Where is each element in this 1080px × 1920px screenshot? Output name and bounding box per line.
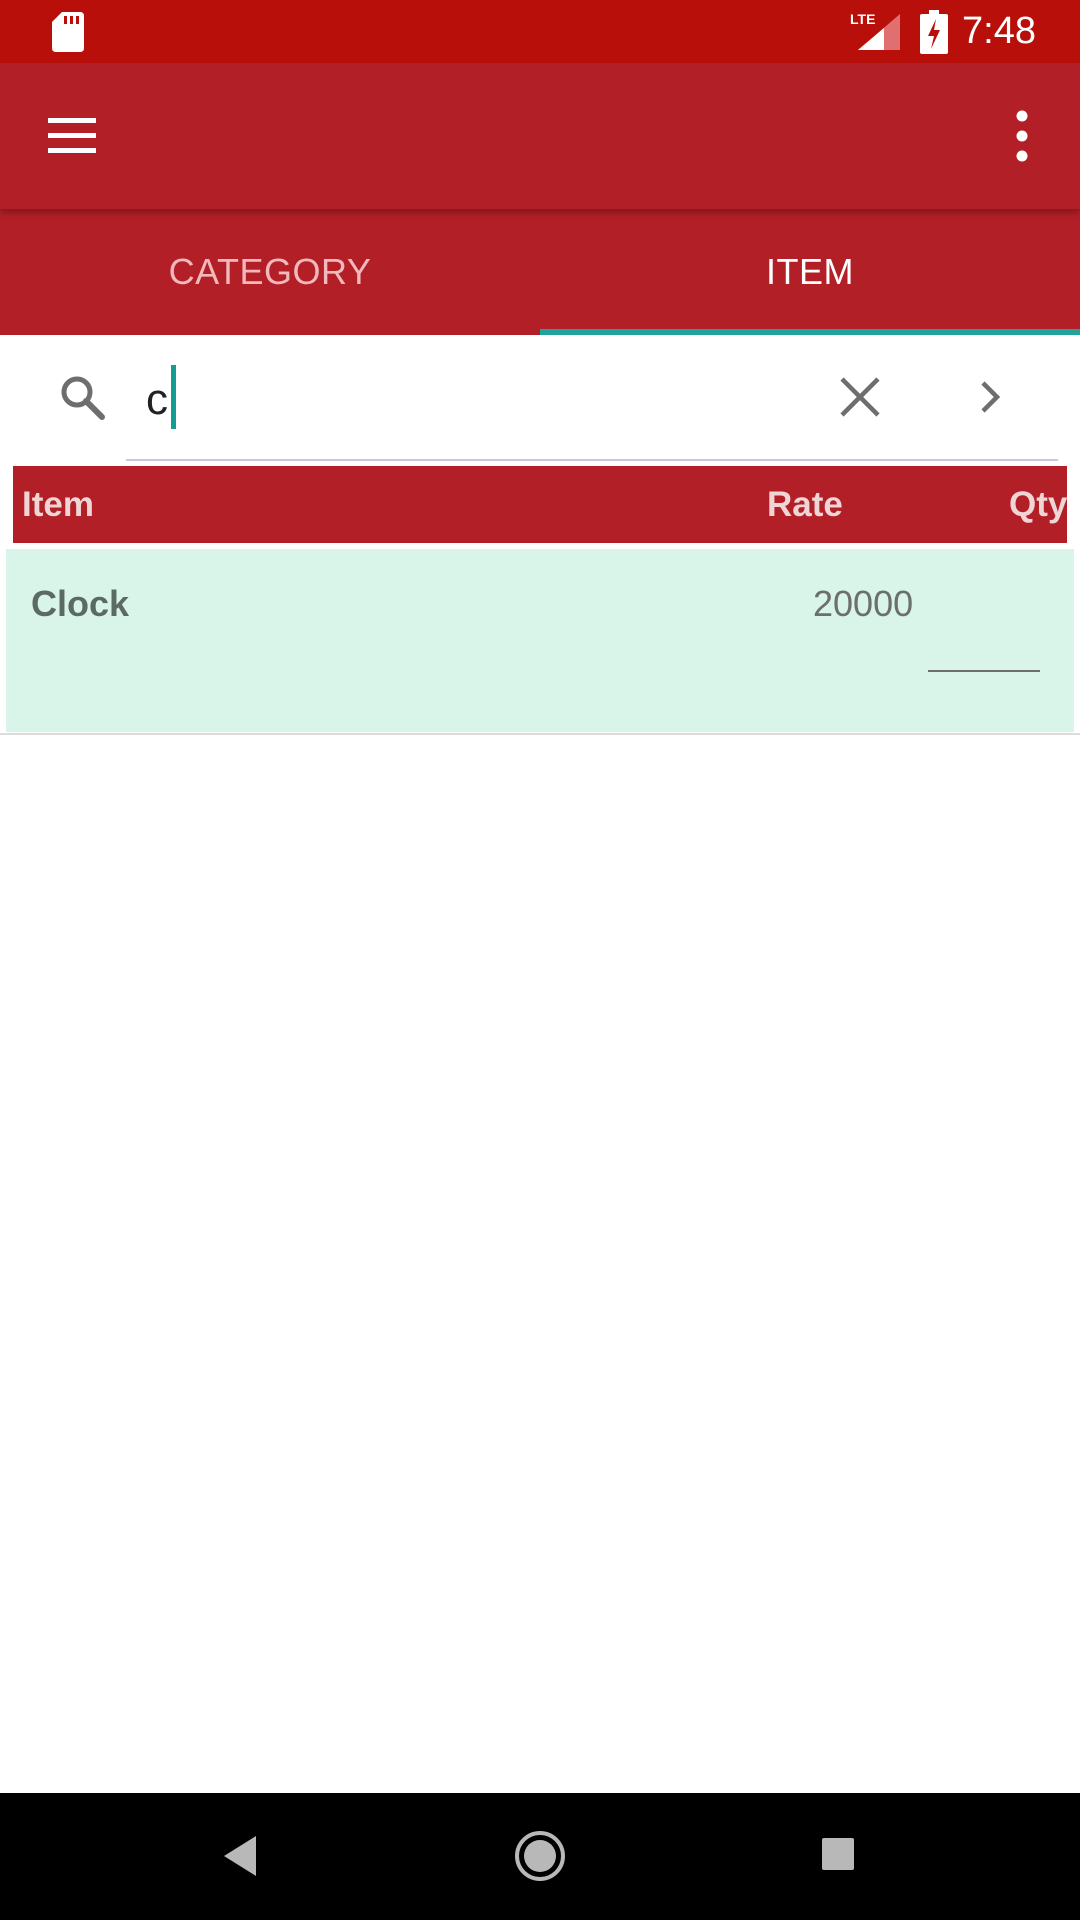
quantity-input[interactable] <box>928 670 1040 672</box>
item-name: Clock <box>31 583 130 624</box>
tab-category[interactable]: CATEGORY <box>0 209 540 335</box>
search-input[interactable] <box>146 367 646 433</box>
search-icon <box>61 376 105 420</box>
status-bar: LTE 7:48 <box>0 0 1080 63</box>
back-icon[interactable] <box>222 1834 258 1878</box>
tab-bar: CATEGORY ITEM <box>0 209 1080 335</box>
tab-item[interactable]: ITEM <box>540 209 1080 335</box>
home-icon[interactable] <box>514 1830 566 1882</box>
more-vert-icon[interactable] <box>1000 108 1040 164</box>
clear-icon[interactable] <box>838 375 882 419</box>
row-divider <box>0 733 1080 735</box>
status-time: 7:48 <box>962 10 1036 52</box>
item-rate: 20000 <box>813 583 914 624</box>
app-bar <box>0 63 1080 209</box>
battery-charging-icon <box>920 10 948 54</box>
text-cursor <box>171 365 176 429</box>
chevron-right-icon[interactable] <box>975 375 1005 419</box>
lte-label: LTE <box>850 11 875 27</box>
column-header-item: Item <box>22 485 94 524</box>
system-nav-bar <box>0 1793 1080 1920</box>
hamburger-menu-icon[interactable] <box>42 113 102 159</box>
search-underline <box>126 459 1058 461</box>
search-bar <box>0 335 1080 461</box>
tab-selected-indicator <box>540 329 1080 335</box>
recents-icon[interactable] <box>820 1836 856 1872</box>
table-header: Item Rate Qty <box>13 466 1067 543</box>
column-header-qty: Qty <box>1009 485 1068 524</box>
lte-signal-icon: LTE <box>850 11 900 50</box>
column-header-rate: Rate <box>767 485 843 524</box>
table-row[interactable]: Clock 20000 <box>6 549 1074 732</box>
sd-card-icon <box>52 12 84 52</box>
